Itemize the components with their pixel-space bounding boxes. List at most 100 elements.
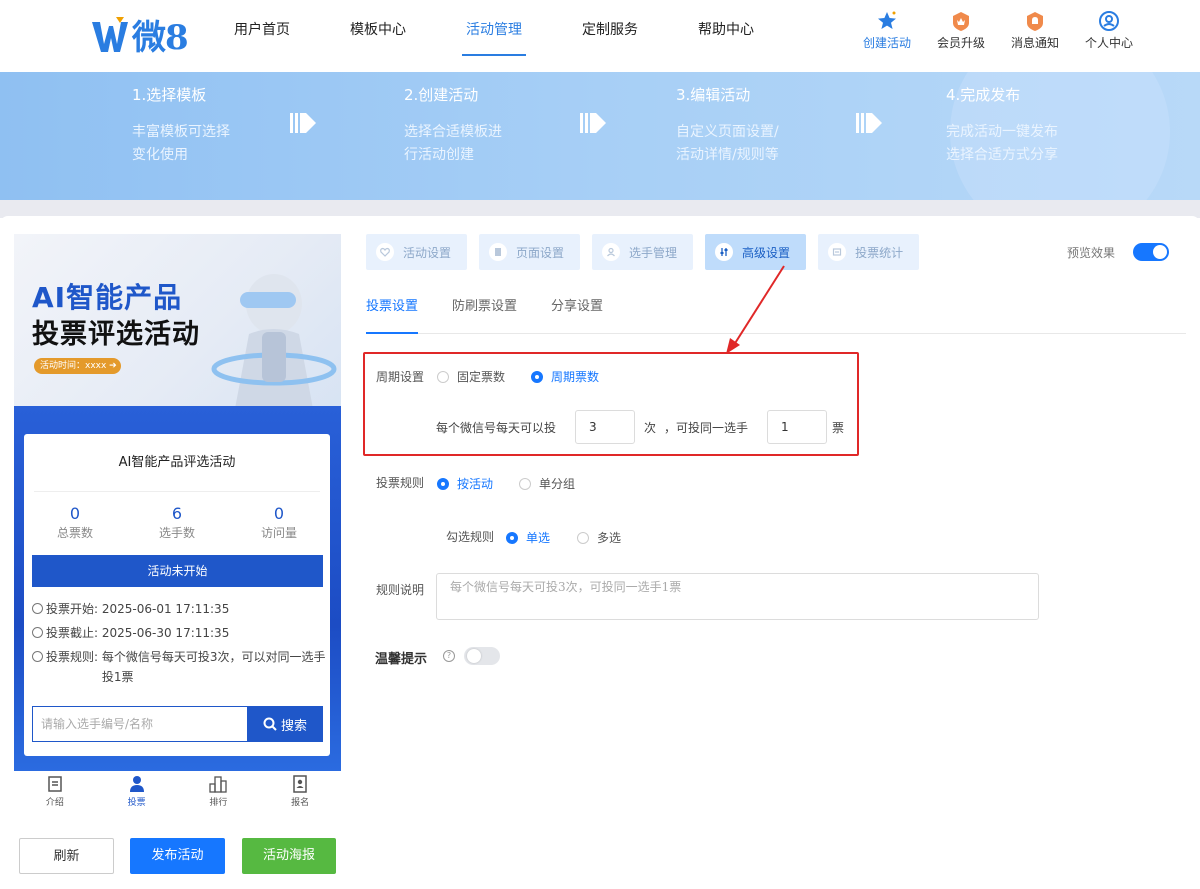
question-icon[interactable]: ? xyxy=(443,650,455,662)
tab-player-management[interactable]: 选手管理 xyxy=(592,234,694,270)
robot-illustration xyxy=(211,274,337,414)
per-day-unit: 次 xyxy=(644,421,657,435)
step-2: 2.创建活动 选择合适模板进 行活动创建 xyxy=(404,84,502,167)
phone-tab-label: 排行 xyxy=(209,798,228,808)
tab-page-settings[interactable]: 页面设置 xyxy=(479,234,581,270)
stat-value: 6 xyxy=(171,504,183,523)
radio-label: 单选 xyxy=(526,531,551,545)
radio-fixed-votes[interactable]: 固定票数 xyxy=(437,368,505,385)
step-4: 4.完成发布 完成活动一键发布 选择合适方式分享 xyxy=(946,84,1058,167)
player-search: 搜索 xyxy=(32,706,323,742)
tab-label: 活动设置 xyxy=(403,245,452,260)
vote-rule-label: 投票规则 xyxy=(376,476,425,490)
step-arrow-icon xyxy=(856,113,882,133)
tip-toggle[interactable] xyxy=(464,647,500,665)
player-search-button[interactable]: 搜索 xyxy=(247,706,323,742)
stat-total-votes: 0 总票数 xyxy=(24,504,126,541)
preview-effect-label: 预览效果 xyxy=(1067,246,1116,260)
phone-tab-label: 报名 xyxy=(291,798,310,808)
step-3: 3.编辑活动 自定义页面设置/ 活动详情/规则等 xyxy=(676,84,779,167)
rule-description-textarea[interactable]: 每个微信号每天可投3次，可投同一选手1票 xyxy=(436,573,1039,620)
settings-tabs: 活动设置 页面设置 选手管理 高级设置 投票统计 xyxy=(366,234,931,270)
stat-players: 6 选手数 xyxy=(126,504,228,541)
subtab-vote-settings[interactable]: 投票设置 xyxy=(366,292,419,334)
end-time-label: 投票截止: xyxy=(46,626,99,640)
per-day-votes-input[interactable]: 3 xyxy=(575,410,635,444)
tab-vote-statistics[interactable]: 投票统计 xyxy=(818,234,920,270)
step-arrow-icon xyxy=(290,113,316,133)
radio-dot xyxy=(437,370,449,383)
nav-activity-manage[interactable]: 活动管理 xyxy=(462,0,526,56)
nav-home[interactable]: 用户首页 xyxy=(230,0,294,56)
stat-label: 总票数 xyxy=(56,526,93,540)
refresh-button[interactable]: 刷新 xyxy=(19,838,114,874)
create-activity-label: 创建活动 xyxy=(862,36,911,50)
stat-value: 0 xyxy=(273,504,285,523)
phone-tab-intro[interactable]: 介绍 xyxy=(14,771,96,816)
rule-description-label: 规则说明 xyxy=(376,583,425,597)
preview-effect-toggle[interactable] xyxy=(1133,243,1169,261)
subtab-anti-fraud[interactable]: 防刷票设置 xyxy=(452,292,517,334)
phone-tab-signup[interactable]: 报名 xyxy=(259,771,341,816)
annotation-arrow xyxy=(726,265,785,354)
user-circle-icon xyxy=(1099,11,1119,31)
step-3-desc-line2: 活动详情/规则等 xyxy=(676,147,779,163)
notifications-button[interactable]: 消息通知 xyxy=(998,10,1072,51)
same-player-votes-input[interactable]: 1 xyxy=(767,410,827,444)
publish-activity-button[interactable]: 发布活动 xyxy=(130,838,225,874)
step-1-desc-line2: 变化使用 xyxy=(132,147,188,163)
step-4-desc-line1: 完成活动一键发布 xyxy=(946,124,1058,140)
rule-row: 投票规则: 每个微信号每天可投3次，可以对同一选手投1票 xyxy=(32,647,330,687)
phone-tab-vote[interactable]: 投票 xyxy=(96,771,178,816)
phone-tab-label: 介绍 xyxy=(45,798,64,808)
toggle-knob xyxy=(1153,245,1167,259)
profile-button[interactable]: 个人中心 xyxy=(1072,10,1146,51)
rule-label: 投票规则: xyxy=(46,650,99,664)
poster-title-line2: 投票评选活动 xyxy=(32,319,200,350)
radio-dot xyxy=(519,477,531,490)
nav-custom-service[interactable]: 定制服务 xyxy=(578,0,642,56)
radio-single-select[interactable]: 单选 xyxy=(506,529,550,546)
logo[interactable]: 微8 xyxy=(90,10,189,59)
step-2-title: 2.创建活动 xyxy=(404,86,479,104)
radio-by-activity[interactable]: 按活动 xyxy=(437,475,493,492)
player-search-input[interactable] xyxy=(32,706,247,742)
step-2-desc-line1: 选择合适模板进 xyxy=(404,124,502,140)
activity-title: AI智能产品评选活动 xyxy=(34,434,320,492)
activity-poster-button[interactable]: 活动海报 xyxy=(242,838,336,874)
rule-value: 每个微信号每天可投3次，可以对同一选手投1票 xyxy=(101,650,326,684)
stat-visits: 0 访问量 xyxy=(228,504,330,541)
activity-info-card: AI智能产品评选活动 0 总票数 6 选手数 0 访问量 活动未开始 投票开始:… xyxy=(24,434,330,756)
stats-icon xyxy=(828,243,847,261)
toggle-knob xyxy=(467,649,481,663)
member-upgrade-label: 会员升级 xyxy=(936,36,985,50)
radio-multi-select[interactable]: 多选 xyxy=(577,529,621,546)
nav-help[interactable]: 帮助中心 xyxy=(694,0,758,56)
activity-meta: 投票开始: 2025-06-01 17:11:35 投票截止: 2025-06-… xyxy=(32,597,330,687)
step-1: 1.选择模板 丰富模板可选择 变化使用 xyxy=(132,84,230,167)
radio-label: 固定票数 xyxy=(457,370,506,384)
nav-templates[interactable]: 模板中心 xyxy=(346,0,410,56)
header-tools: 创建活动 会员升级 消息通知 个人中心 xyxy=(850,10,1146,51)
phone-tabbar: 介绍 投票 排行 报名 xyxy=(14,771,341,816)
clock-icon xyxy=(32,603,43,614)
per-day-label: 每个微信号每天可以投 xyxy=(436,421,557,435)
crown-badge-icon xyxy=(953,12,969,31)
tab-label: 投票统计 xyxy=(855,245,904,260)
radio-periodic-votes[interactable]: 周期票数 xyxy=(531,368,599,385)
period-settings-label: 周期设置 xyxy=(376,370,425,384)
start-time-row: 投票开始: 2025-06-01 17:11:35 xyxy=(32,597,330,621)
stat-label: 访问量 xyxy=(260,526,297,540)
step-1-desc-line1: 丰富模板可选择 xyxy=(132,124,230,140)
subtab-share-settings[interactable]: 分享设置 xyxy=(551,292,603,334)
tab-activity-settings[interactable]: 活动设置 xyxy=(366,234,468,270)
phone-tab-ranking[interactable]: 排行 xyxy=(178,771,260,816)
poster-time-text: 活动时间：xxxx xyxy=(40,361,107,371)
radio-label: 周期票数 xyxy=(551,370,600,384)
member-upgrade-button[interactable]: 会员升级 xyxy=(924,10,998,51)
logo-w-icon xyxy=(92,16,128,52)
radio-by-group[interactable]: 单分组 xyxy=(519,475,575,492)
poster-time-pill: 活动时间：xxxx ➔ xyxy=(34,358,121,374)
create-activity-button[interactable]: 创建活动 xyxy=(850,10,924,51)
end-time-row: 投票截止: 2025-06-30 17:11:35 xyxy=(32,621,330,645)
